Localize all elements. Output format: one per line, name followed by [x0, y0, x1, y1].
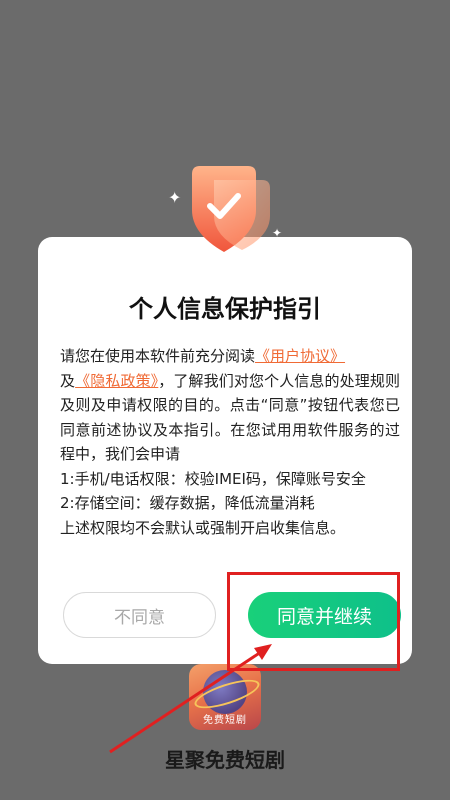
annotation-arrow-icon	[109, 644, 272, 754]
